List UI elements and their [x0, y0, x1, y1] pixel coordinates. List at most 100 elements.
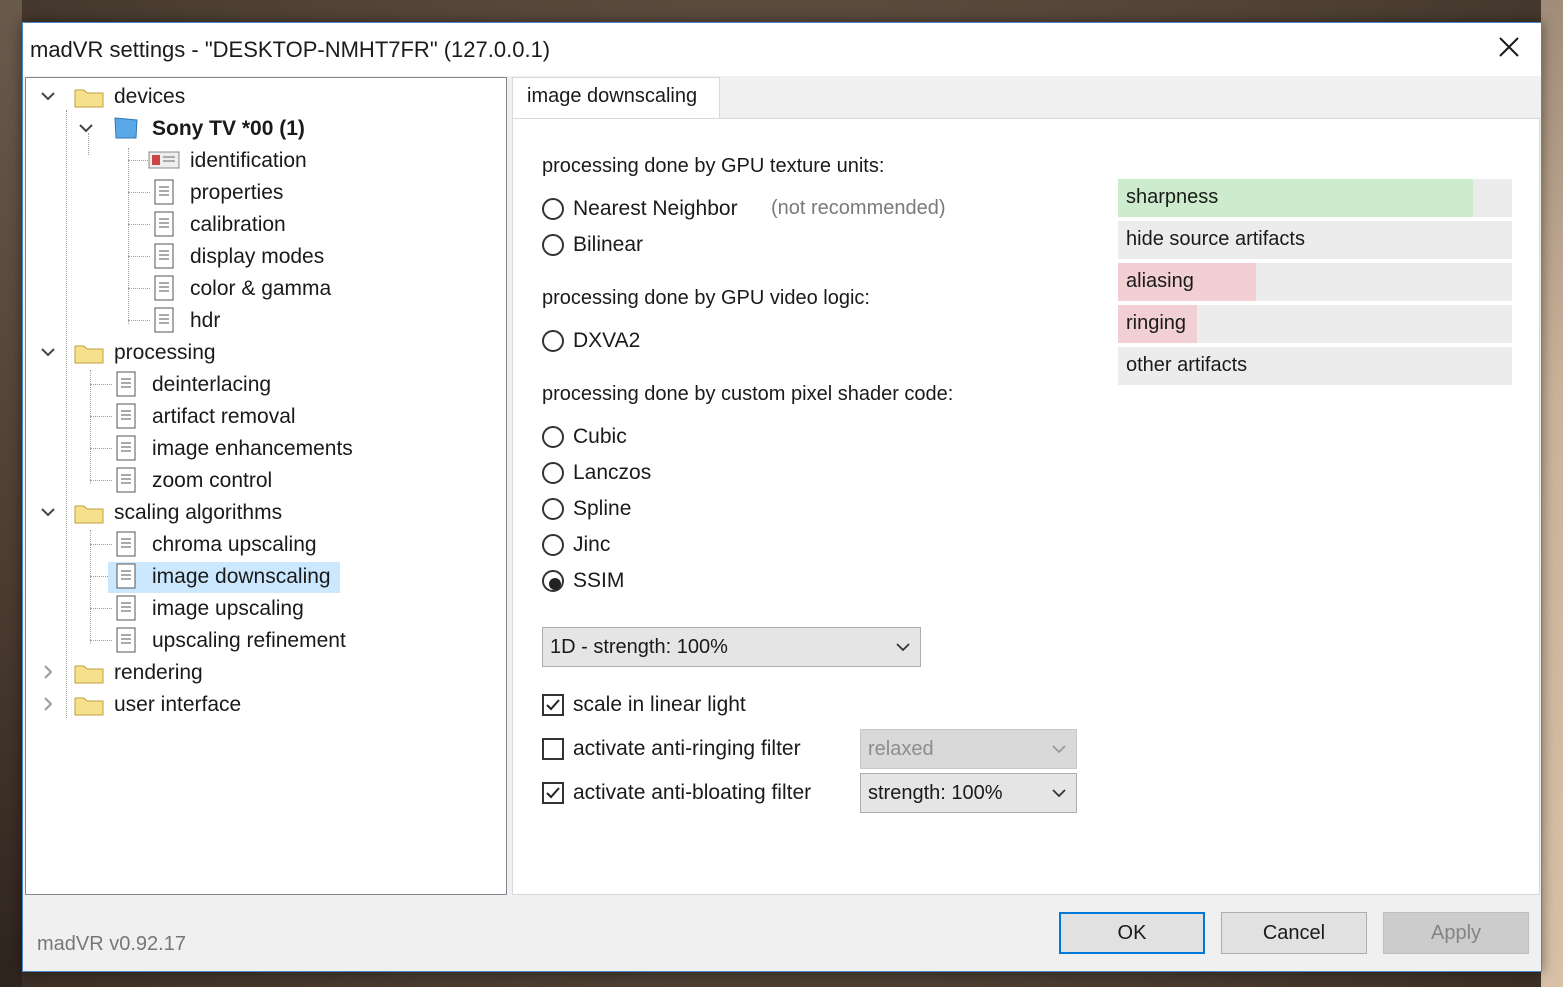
tree-item-image-enhancements[interactable]: image enhancements [90, 434, 440, 464]
tree-node-rendering[interactable]: rendering [40, 658, 340, 688]
tab-strip: image downscaling [512, 77, 1540, 119]
settings-tree[interactable]: devices Sony TV *00 (1) identification p… [25, 77, 507, 895]
tree-item-image-downscaling[interactable]: image downscaling [90, 562, 440, 593]
chevron-down-icon [41, 508, 55, 517]
bar-label: sharpness [1126, 186, 1219, 208]
tree-item-image-upscaling[interactable]: image upscaling [90, 594, 440, 624]
radio-label: DXVA2 [573, 329, 641, 352]
radio-dxva2[interactable]: DXVA2 [542, 329, 662, 357]
tree-item-display-modes[interactable]: display modes [128, 242, 428, 272]
tree-item-deinterlacing[interactable]: deinterlacing [90, 370, 440, 400]
apply-button[interactable]: Apply [1383, 912, 1529, 954]
tree-label: hdr [190, 309, 221, 332]
tree-line [90, 544, 112, 545]
radio-jinc[interactable]: Jinc [542, 533, 662, 561]
tree-node-device[interactable]: Sony TV *00 (1) [78, 114, 378, 144]
radio-nearest-neighbor[interactable]: Nearest Neighbor [542, 197, 762, 225]
checkbox-label: activate anti-bloating filter [573, 781, 812, 804]
tree-line [128, 256, 150, 257]
tree-node-devices[interactable]: devices [40, 82, 340, 112]
tree-item-chroma-upscaling[interactable]: chroma upscaling [90, 530, 440, 560]
cancel-button[interactable]: Cancel [1221, 912, 1367, 954]
tree-line [90, 448, 112, 449]
tab-image-downscaling[interactable]: image downscaling [512, 77, 720, 119]
tree-item-color-gamma[interactable]: color & gamma [128, 274, 428, 304]
tree-label: rendering [114, 661, 203, 684]
tree-label: image downscaling [152, 565, 331, 588]
radio-label: SSIM [573, 569, 625, 592]
radio-cubic[interactable]: Cubic [542, 425, 662, 453]
gpu-video-label: processing done by GPU video logic: [542, 287, 870, 309]
chevron-down-icon [896, 643, 910, 652]
window-title: madVR settings - "DESKTOP-NMHT7FR" (127.… [30, 37, 551, 62]
title-bar: madVR settings - "DESKTOP-NMHT7FR" (127.… [23, 23, 1541, 76]
page-icon [116, 403, 136, 429]
radio-ssim[interactable]: SSIM [542, 569, 662, 597]
radio-spline[interactable]: Spline [542, 497, 662, 525]
chevron-down-icon [1052, 745, 1066, 754]
tree-label: image enhancements [152, 437, 353, 460]
dropdown-value: strength: 100% [868, 782, 1003, 804]
radio-selected-dot [549, 578, 561, 590]
radio-circle [542, 462, 564, 484]
checkbox-box [542, 738, 564, 760]
tree-label: chroma upscaling [152, 533, 317, 556]
checkbox-linear-light[interactable]: scale in linear light [542, 693, 802, 721]
chevron-down-icon [41, 348, 55, 357]
radio-circle [542, 198, 564, 220]
close-icon [1499, 37, 1519, 57]
tree-line [128, 160, 148, 161]
settings-panel: processing done by GPU texture units: Ne… [512, 118, 1540, 895]
tree-line [90, 608, 112, 609]
tree-item-artifact-removal[interactable]: artifact removal [90, 402, 440, 432]
anti-bloating-dropdown[interactable]: strength: 100% [860, 773, 1077, 813]
tree-item-calibration[interactable]: calibration [128, 210, 428, 240]
anti-ringing-dropdown[interactable]: relaxed [860, 729, 1077, 769]
chevron-right-icon [44, 665, 53, 679]
bar-label: other artifacts [1126, 354, 1248, 376]
page-icon [116, 531, 136, 557]
strength-dropdown[interactable]: 1D - strength: 100% [542, 627, 921, 667]
tree-label: display modes [190, 245, 325, 268]
radio-circle [542, 534, 564, 556]
chevron-down-icon [41, 92, 55, 101]
tree-item-upscaling-refinement[interactable]: upscaling refinement [90, 626, 440, 656]
page-icon [116, 435, 136, 461]
tree-item-properties[interactable]: properties [128, 178, 428, 208]
tree-node-scaling-algorithms[interactable]: scaling algorithms [40, 498, 340, 528]
radio-circle [542, 330, 564, 352]
tree-node-user-interface[interactable]: user interface [40, 690, 340, 720]
checkbox-anti-bloating[interactable]: activate anti-bloating filter [542, 781, 842, 809]
tree-line [90, 640, 112, 641]
checkbox-label: activate anti-ringing filter [573, 737, 801, 760]
tree-label: processing [114, 341, 216, 364]
tree-line [128, 192, 150, 193]
tree-item-zoom-control[interactable]: zoom control [90, 466, 440, 496]
radio-label: Cubic [573, 425, 627, 448]
radio-bilinear[interactable]: Bilinear [542, 233, 662, 261]
quality-bar-other-artifacts: other artifacts [1118, 347, 1512, 385]
tree-line [128, 320, 150, 321]
tree-line [90, 384, 112, 385]
ok-button[interactable]: OK [1059, 912, 1205, 954]
tree-item-hdr[interactable]: hdr [128, 306, 428, 336]
bar-label: ringing [1126, 312, 1187, 334]
radio-label: Nearest Neighbor [573, 197, 738, 220]
checkbox-anti-ringing[interactable]: activate anti-ringing filter [542, 737, 842, 765]
folder-icon [74, 697, 104, 716]
page-icon [116, 627, 136, 653]
radio-circle [542, 426, 564, 448]
radio-lanczos[interactable]: Lanczos [542, 461, 662, 489]
close-button[interactable] [1477, 23, 1541, 75]
checkmark-icon [546, 699, 560, 711]
tree-item-identification[interactable]: identification [128, 146, 428, 176]
folder-icon [74, 89, 104, 108]
settings-window: madVR settings - "DESKTOP-NMHT7FR" (127.… [22, 22, 1542, 972]
tree-label: upscaling refinement [152, 629, 346, 652]
tree-node-processing[interactable]: processing [40, 338, 340, 368]
page-icon [154, 307, 174, 333]
dropdown-value: 1D - strength: 100% [550, 636, 728, 658]
desktop-background-right [1541, 0, 1563, 987]
tree-label: artifact removal [152, 405, 296, 428]
dropdown-value: relaxed [868, 738, 934, 760]
